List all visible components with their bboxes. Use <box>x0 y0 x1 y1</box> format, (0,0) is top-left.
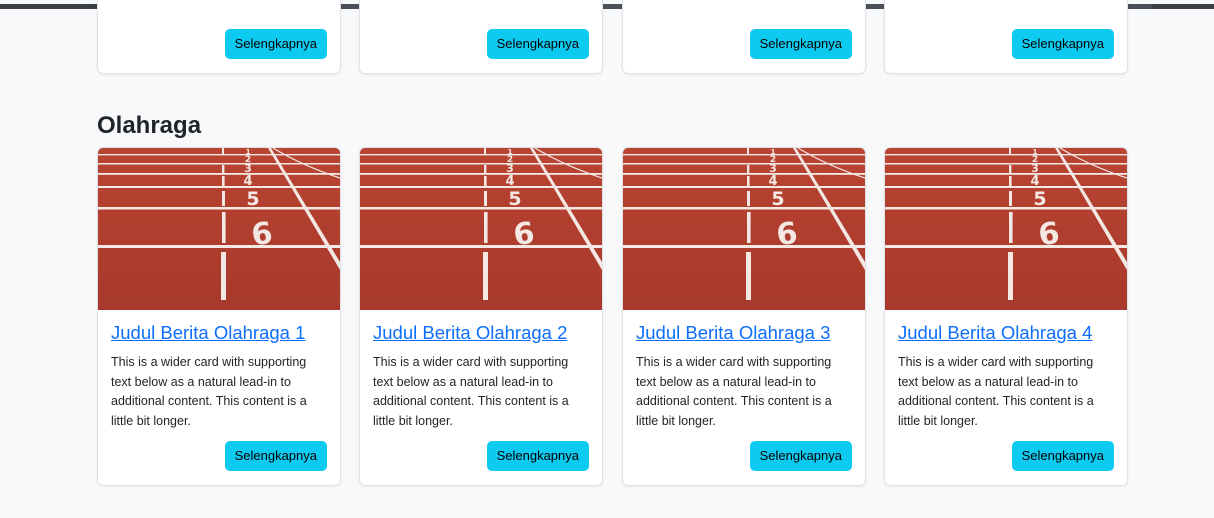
more-button[interactable]: Selengkapnya <box>486 441 589 471</box>
more-button[interactable]: Selengkapnya <box>224 441 327 471</box>
previous-card: Selengkapnya <box>359 0 603 74</box>
news-title-link[interactable]: Judul Berita Olahraga 1 <box>111 322 305 344</box>
previous-card: Selengkapnya <box>622 0 866 74</box>
news-card: Judul Berita Olahraga 3 This is a wider … <box>622 147 866 486</box>
news-summary: This is a wider card with supporting tex… <box>373 355 569 428</box>
more-button[interactable]: Selengkapnya <box>1011 441 1114 471</box>
news-summary: This is a wider card with supporting tex… <box>636 355 832 428</box>
running-track-image <box>98 148 340 310</box>
news-title-link[interactable]: Judul Berita Olahraga 2 <box>373 322 567 344</box>
more-button[interactable]: Selengkapnya <box>749 441 852 471</box>
news-title-link[interactable]: Judul Berita Olahraga 3 <box>636 322 830 344</box>
more-button[interactable]: Selengkapnya <box>224 29 327 59</box>
news-title-link[interactable]: Judul Berita Olahraga 4 <box>898 322 1092 344</box>
more-button[interactable]: Selengkapnya <box>749 29 852 59</box>
previous-card: Selengkapnya <box>97 0 341 74</box>
news-card: Judul Berita Olahraga 1 This is a wider … <box>97 147 341 486</box>
running-track-image <box>623 148 865 310</box>
news-summary: This is a wider card with supporting tex… <box>898 355 1094 428</box>
news-card: Judul Berita Olahraga 2 This is a wider … <box>359 147 603 486</box>
section-title: Olahraga <box>97 112 202 139</box>
news-summary: This is a wider card with supporting tex… <box>111 355 307 428</box>
more-button[interactable]: Selengkapnya <box>486 29 589 59</box>
more-button[interactable]: Selengkapnya <box>1011 29 1114 59</box>
previous-card: Selengkapnya <box>884 0 1128 74</box>
news-card: Judul Berita Olahraga 4 This is a wider … <box>884 147 1128 486</box>
running-track-image <box>360 148 602 310</box>
running-track-image <box>885 148 1127 310</box>
